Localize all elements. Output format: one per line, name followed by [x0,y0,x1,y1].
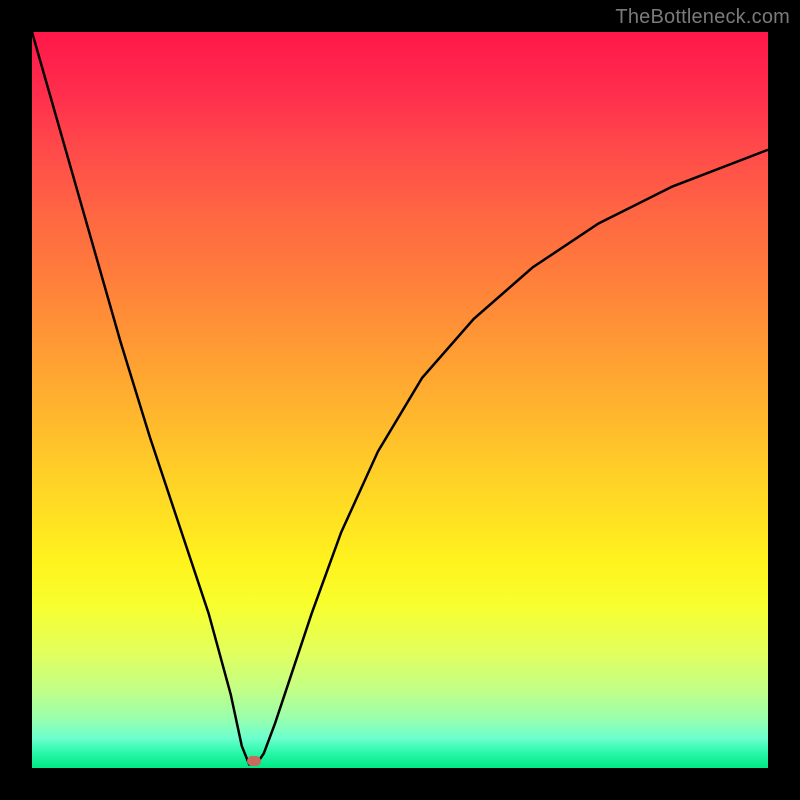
curve-path [32,32,768,764]
optimal-point-marker [247,756,261,766]
chart-frame: TheBottleneck.com [0,0,800,800]
watermark-text: TheBottleneck.com [615,6,790,29]
bottleneck-curve [32,32,768,768]
